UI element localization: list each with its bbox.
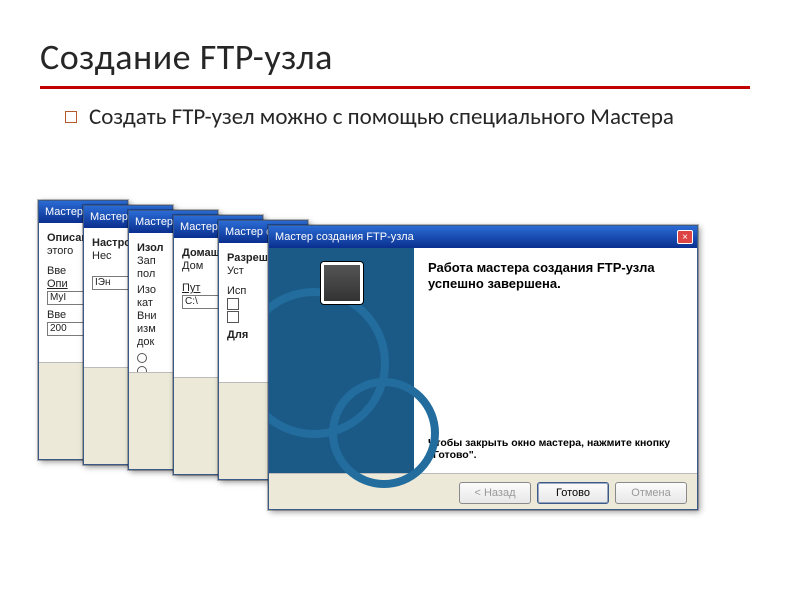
bullet-text: Создать FTP-узел можно с помощью специал… — [89, 104, 674, 132]
bullet-marker-icon — [65, 111, 77, 123]
label: Домаш — [182, 247, 220, 259]
wizard-final-dialog: Мастер создания FTP-узла × Работа мастер… — [268, 225, 698, 510]
back-button[interactable]: < Назад — [459, 482, 531, 504]
label: Настро — [92, 237, 131, 249]
window-title: Мастер с — [225, 226, 272, 238]
close-icon[interactable]: × — [677, 230, 693, 244]
wizard-complete-message: Работа мастера создания FTP-узла успешно… — [428, 260, 683, 293]
title-underline — [40, 86, 750, 89]
wizard-sidebar-graphic — [269, 248, 414, 473]
radio-icon[interactable] — [137, 366, 147, 373]
label: Описан — [47, 232, 88, 244]
label: Изол — [137, 242, 164, 254]
label: Для — [227, 329, 248, 341]
wizard-hint-text: Чтобы закрыть окно мастера, нажмите кноп… — [428, 437, 683, 461]
checkbox-icon[interactable] — [227, 311, 239, 323]
radio-icon[interactable] — [137, 353, 147, 363]
label: Опи — [47, 278, 68, 290]
cancel-button[interactable]: Отмена — [615, 482, 687, 504]
window-title: Мастер создания FTP-узла — [275, 231, 414, 243]
bullet-item: Создать FTP-узел можно с помощью специал… — [65, 104, 674, 132]
checkbox-icon[interactable] — [227, 298, 239, 310]
label: Разреш — [227, 252, 268, 264]
finish-button[interactable]: Готово — [537, 482, 609, 504]
slide-title: Создание FTP-узла — [40, 35, 333, 79]
wizard-icon — [321, 262, 363, 304]
label: Пут — [182, 282, 200, 294]
wizard-dialog-cascade: Мастер с Описан этого Вве Опи MyI Вве 20… — [38, 200, 738, 540]
